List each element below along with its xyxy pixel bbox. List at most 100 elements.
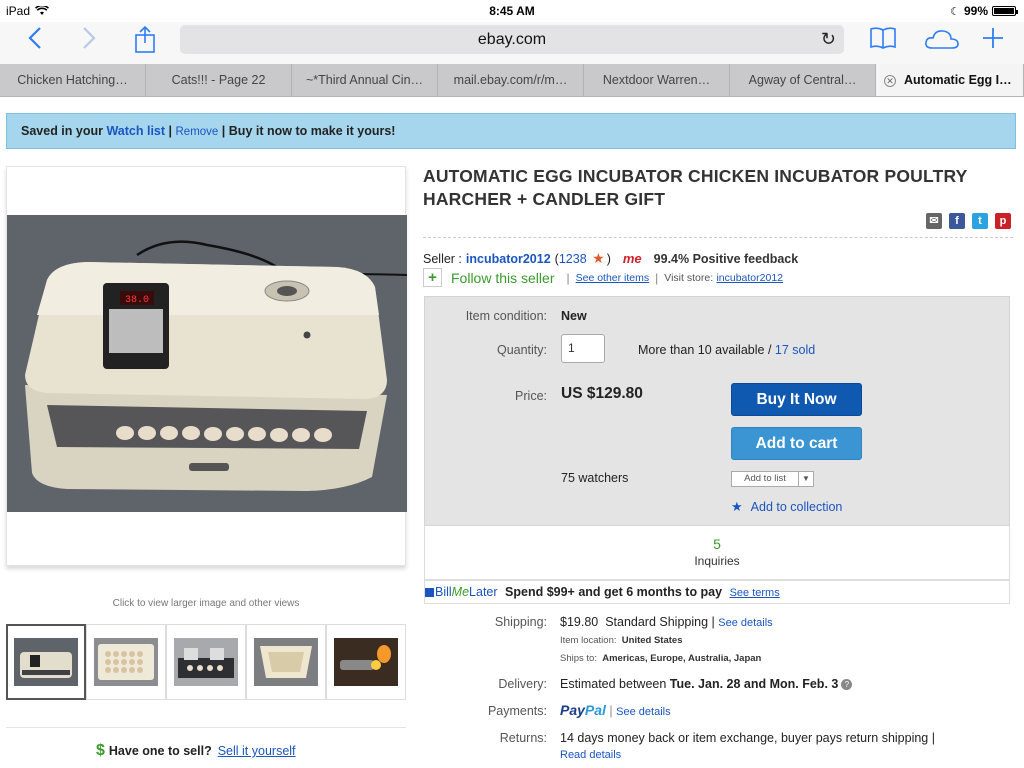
tab-bar: Chicken Hatching… Cats!!! - Page 22 ~*Th…	[0, 64, 1024, 97]
chevron-down-icon: ▼	[802, 474, 810, 483]
new-tab-icon[interactable]	[976, 26, 1010, 58]
listing-title: AUTOMATIC EGG INCUBATOR CHICKEN INCUBATO…	[423, 166, 968, 209]
twitter-icon[interactable]: t	[972, 213, 988, 229]
delivery-label: Delivery:	[498, 677, 547, 691]
purchase-box: Item condition: New Quantity: 1 More tha…	[424, 296, 1010, 526]
bml-me: Me	[451, 585, 470, 599]
watch-list-link[interactable]: Watch list	[106, 124, 165, 138]
ships-to: Ships to: Americas, Europe, Australia, J…	[560, 653, 761, 664]
thumbnail-incubator-empty[interactable]	[246, 624, 326, 700]
shipping-label: Shipping:	[494, 615, 547, 629]
condition-value: New	[561, 309, 587, 323]
battery-percent: 99%	[963, 4, 988, 18]
read-details-link[interactable]: Read details	[560, 749, 621, 761]
payments-label: Payments:	[487, 704, 547, 718]
visit-store-label: Visit store:	[664, 271, 714, 284]
availability: More than 10 available / 17 sold	[638, 343, 815, 357]
address-text: ebay.com	[477, 31, 547, 48]
thumbnail-incubator-eggs-top[interactable]	[86, 624, 166, 700]
ships-to-label: Ships to:	[560, 653, 597, 664]
seller-info: Seller : incubator2012 (1238 ★) me 99.4%…	[423, 250, 798, 267]
tab-third-annual[interactable]: ~*Third Annual Cin…	[292, 64, 438, 96]
sold-link[interactable]: 17 sold	[775, 343, 815, 357]
back-icon[interactable]	[18, 26, 52, 58]
reload-icon[interactable]: ↻	[821, 25, 836, 54]
returns-label: Returns:	[499, 731, 547, 745]
available-text: More than 10 available /	[638, 343, 772, 357]
thumbnail-incubator-front[interactable]	[6, 624, 86, 700]
shipping-see-details-link[interactable]: See details	[718, 617, 772, 629]
inquiries-count: 5	[713, 536, 721, 552]
tab-chicken-hatching[interactable]: Chicken Hatching…	[0, 64, 146, 96]
email-icon[interactable]: ✉	[926, 213, 942, 229]
add-to-collection-link[interactable]: ★ Add to collection	[731, 499, 842, 515]
bill-me-later-banner: BillMeLater Spend $99+ and get 6 months …	[424, 580, 1010, 604]
bml-bill: Bill	[435, 585, 452, 599]
buy-it-now-button[interactable]: Buy It Now	[731, 383, 862, 416]
battery-icon	[992, 6, 1018, 16]
remove-link[interactable]: Remove	[176, 126, 219, 138]
divider	[6, 727, 406, 728]
moon-icon: ☾	[950, 5, 960, 18]
share-icon[interactable]	[128, 25, 162, 58]
bookmarks-icon[interactable]	[866, 26, 900, 58]
quantity-input[interactable]: 1	[561, 334, 605, 363]
sell-it-yourself-link[interactable]: Sell it yourself	[218, 744, 296, 758]
sell-question: Have one to sell?	[108, 744, 212, 758]
see-terms-link[interactable]: See terms	[730, 587, 780, 599]
plus-icon[interactable]: +	[423, 268, 442, 287]
address-bar[interactable]: ebay.com ↻	[180, 25, 844, 54]
bml-offer: Spend $99+ and get 6 months to pay	[505, 585, 723, 599]
feedback-score-link[interactable]: 1238	[559, 252, 587, 266]
shipping-type: Standard Shipping |	[605, 615, 715, 629]
watchers-count: 75 watchers	[561, 471, 629, 485]
add-to-collection-label: Add to collection	[750, 500, 843, 514]
browser-toolbar: ebay.com ↻	[0, 22, 1024, 64]
tab-agway[interactable]: Agway of Central…	[730, 64, 876, 96]
price-label: Price:	[515, 389, 547, 403]
pinterest-icon[interactable]: p	[995, 213, 1011, 229]
help-icon[interactable]: ?	[841, 679, 853, 691]
clock: 8:45 AM	[489, 4, 535, 18]
see-other-items-link[interactable]: See other items	[576, 272, 650, 284]
follow-row: + Follow this seller | See other items |…	[423, 268, 783, 287]
banner-suffix: Buy it now to make it yours!	[228, 124, 396, 138]
thumbnail-incubator-tray[interactable]	[166, 624, 246, 700]
add-to-list-label: Add to list	[732, 472, 799, 486]
thumbnail-strip	[6, 624, 406, 700]
checkbox-icon	[425, 588, 434, 598]
tab-nextdoor[interactable]: Nextdoor Warren…	[584, 64, 730, 96]
delivery-info: Estimated between Tue. Jan. 28 and Mon. …	[560, 677, 853, 691]
me-badge: me	[622, 251, 642, 266]
follow-seller-link[interactable]: Follow this seller	[451, 270, 554, 286]
ships-to-value: Americas, Europe, Australia, Japan	[602, 653, 762, 664]
close-tab-icon[interactable]: ✕	[884, 75, 896, 87]
feedback-score[interactable]: (1238 ★)	[555, 250, 611, 267]
product-photo: 38.0	[7, 215, 407, 512]
thumbnail-egg-candler[interactable]	[326, 624, 406, 700]
shipping-info: $19.80 Standard Shipping | See details	[560, 615, 773, 629]
main-product-image[interactable]: 38.0	[6, 166, 407, 566]
payments-see-details-link[interactable]: See details	[616, 706, 670, 718]
paypal-logo: PayPal	[560, 702, 606, 718]
inquiries-panel: 5 Inquiries	[424, 526, 1010, 580]
item-location: Item location: United States	[560, 635, 683, 646]
facebook-icon[interactable]: f	[949, 213, 965, 229]
seller-name-link[interactable]: incubator2012	[466, 252, 551, 266]
condition-label: Item condition:	[465, 309, 547, 323]
add-to-list-dropdown[interactable]: Add to list ▼	[731, 471, 814, 487]
tab-mail-ebay[interactable]: mail.ebay.com/r/m…	[438, 64, 584, 96]
store-link[interactable]: incubator2012	[716, 272, 783, 284]
forward-icon[interactable]	[72, 26, 106, 58]
divider	[423, 237, 1013, 238]
inquiries-label: Inquiries	[694, 554, 740, 568]
tab-cats[interactable]: Cats!!! - Page 22	[146, 64, 292, 96]
temperature-display: 38.0	[125, 295, 149, 306]
image-hint: Click to view larger image and other vie…	[112, 598, 300, 609]
add-to-cart-button[interactable]: Add to cart	[731, 427, 862, 460]
positive-feedback: 99.4% Positive feedback	[653, 251, 799, 266]
tab-automatic-egg[interactable]: ✕ Automatic Egg I…	[876, 64, 1024, 96]
icloud-tabs-icon[interactable]	[920, 26, 964, 58]
delivery-dates: Tue. Jan. 28 and Mon. Feb. 3	[669, 677, 839, 691]
bml-later: Later	[469, 585, 498, 599]
